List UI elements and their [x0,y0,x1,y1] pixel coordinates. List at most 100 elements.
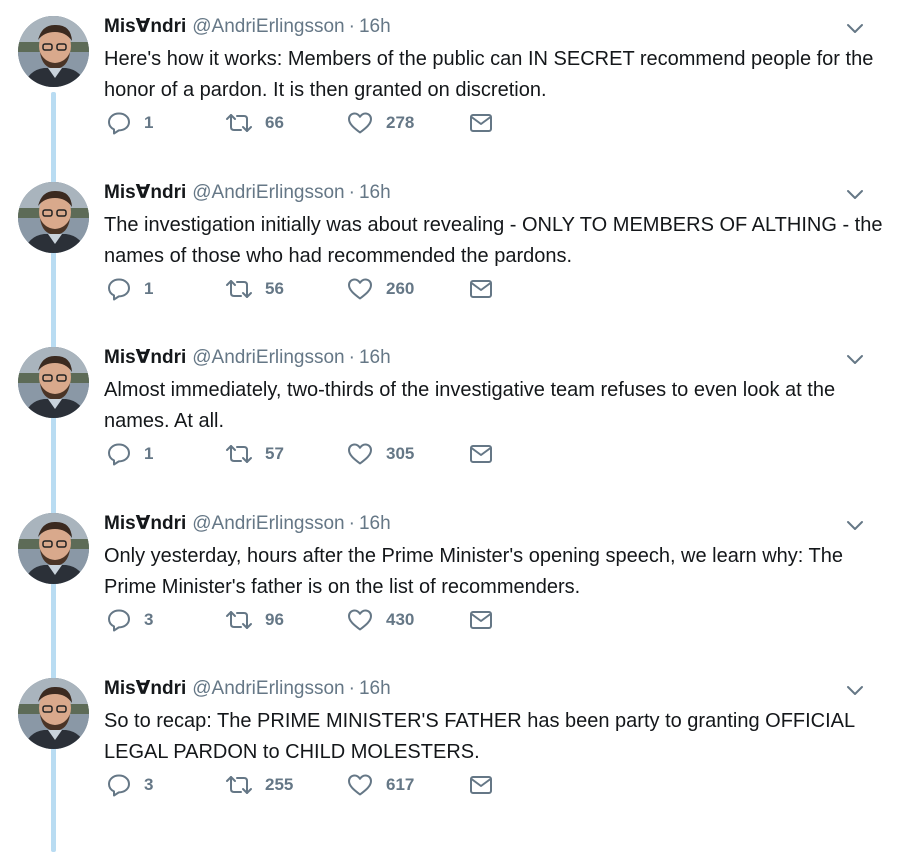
envelope-icon [470,776,492,794]
retweet-count: 96 [265,610,284,629]
heart-icon [348,443,372,465]
author-handle[interactable]: @AndriErlingsson [192,347,344,368]
retweet-button[interactable]: 96 [225,605,284,635]
author-name[interactable]: Mis∀ndri [104,16,186,37]
direct-message-button[interactable] [468,605,494,635]
retweet-count: 56 [265,279,284,298]
tweet[interactable]: Mis∀ndri @AndriErlingsson · 16h Only yester… [0,497,908,662]
reply-icon [108,278,130,301]
header-separator: · [348,347,355,368]
tweet-header: Mis∀ndri @AndriErlingsson · 16h [104,678,391,700]
author-handle[interactable]: @AndriErlingsson [192,16,344,37]
reply-count: 1 [144,279,154,298]
like-count: 260 [386,279,415,298]
avatar[interactable] [18,347,89,418]
tweet-text: Only yesterday, hours after the Prime Mi… [104,545,843,598]
avatar[interactable] [18,678,89,749]
envelope-icon [470,280,492,298]
tweet[interactable]: Mis∀ndri @AndriErlingsson · 16h So to recap… [0,662,908,827]
envelope-icon [470,114,492,132]
direct-message-button[interactable] [468,274,494,304]
heart-icon [348,278,372,300]
heart-icon [348,609,372,631]
tweet-header: Mis∀ndri @AndriErlingsson · 16h [104,16,391,38]
like-button[interactable]: 430 [346,605,414,635]
tweet-timestamp[interactable]: 16h [359,347,391,368]
author-handle[interactable]: @AndriErlingsson [192,182,344,203]
avatar[interactable] [18,16,89,87]
tweet-text: Here's how it works: Members of the publ… [104,48,874,101]
tweet[interactable]: Mis∀ndri @AndriErlingsson · 16h Almost imme… [0,331,908,496]
reply-count: 1 [144,444,154,463]
author-handle[interactable]: @AndriErlingsson [192,678,344,699]
tweet-text: So to recap: The PRIME MINISTER'S FATHER… [104,710,855,763]
chevron-down-icon [847,355,863,364]
like-button[interactable]: 260 [346,274,414,304]
reply-icon [108,774,130,797]
like-button[interactable]: 278 [346,108,414,138]
like-button[interactable]: 617 [346,770,414,800]
direct-message-button[interactable] [468,108,494,138]
reply-button[interactable]: 3 [106,770,153,800]
chevron-down-icon [847,190,863,199]
like-count: 278 [386,113,415,132]
reply-icon [108,112,130,135]
envelope-icon [470,445,492,463]
tweet-menu-button[interactable] [844,680,866,700]
header-separator: · [348,678,355,699]
reply-icon [108,609,130,632]
author-name[interactable]: Mis∀ndri [104,678,186,699]
retweet-button[interactable]: 56 [225,274,284,304]
heart-icon [348,112,372,134]
avatar[interactable] [18,513,89,584]
avatar-image [18,678,89,749]
header-separator: · [348,16,355,37]
avatar-image [18,347,89,418]
tweet-actions: 3 255 617 [104,770,604,800]
like-count: 305 [386,444,415,463]
like-button[interactable]: 305 [346,439,414,469]
tweet-actions: 3 96 430 [104,605,604,635]
like-count: 617 [386,775,415,794]
tweet-menu-button[interactable] [844,349,866,369]
avatar-image [18,16,89,87]
reply-button[interactable]: 3 [106,605,153,635]
retweet-icon [226,611,252,629]
tweet-timestamp[interactable]: 16h [359,182,391,203]
tweet[interactable]: Mis∀ndri @AndriErlingsson · 16h The investi… [0,166,908,331]
retweet-icon [226,114,252,132]
retweet-button[interactable]: 255 [225,770,293,800]
reply-count: 1 [144,113,154,132]
tweet-menu-button[interactable] [844,18,866,38]
header-separator: · [348,182,355,203]
direct-message-button[interactable] [468,770,494,800]
chevron-down-icon [847,521,863,530]
reply-button[interactable]: 1 [106,439,153,469]
tweet[interactable]: Mis∀ndri @AndriErlingsson · 16h Here's how … [0,0,908,165]
retweet-button[interactable]: 57 [225,439,284,469]
reply-button[interactable]: 1 [106,108,153,138]
reply-button[interactable]: 1 [106,274,153,304]
envelope-icon [470,611,492,629]
author-name[interactable]: Mis∀ndri [104,347,186,368]
header-separator: · [348,513,355,534]
retweet-button[interactable]: 66 [225,108,284,138]
reply-count: 3 [144,775,154,794]
author-name[interactable]: Mis∀ndri [104,513,186,534]
tweet-text: Almost immediately, two-thirds of the in… [104,379,836,432]
tweet-timestamp[interactable]: 16h [359,513,391,534]
retweet-icon [226,445,252,463]
tweet-menu-button[interactable] [844,184,866,204]
direct-message-button[interactable] [468,439,494,469]
reply-icon [108,443,130,466]
avatar[interactable] [18,182,89,253]
tweet-menu-button[interactable] [844,515,866,535]
tweet-text: The investigation initially was about re… [104,214,883,267]
tweet-timestamp[interactable]: 16h [359,16,391,37]
retweet-count: 66 [265,113,284,132]
chevron-down-icon [847,686,863,695]
tweet-actions: 1 57 305 [104,439,604,469]
author-name[interactable]: Mis∀ndri [104,182,186,203]
tweet-timestamp[interactable]: 16h [359,678,391,699]
author-handle[interactable]: @AndriErlingsson [192,513,344,534]
